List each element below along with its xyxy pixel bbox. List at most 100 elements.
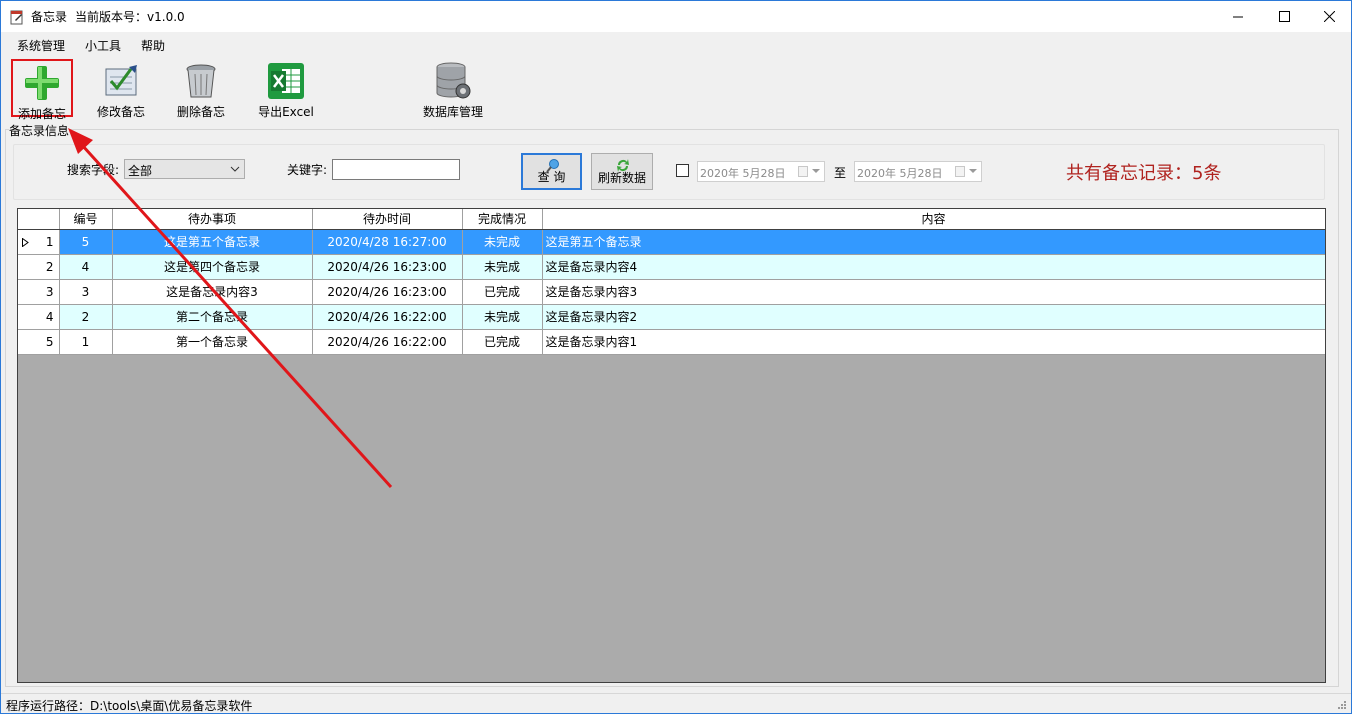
delete-memo-button[interactable]: 删除备忘	[173, 59, 229, 119]
title-bar: 备忘录 当前版本号：v1.0.0	[1, 1, 1351, 32]
table-row[interactable]: 2 4 这是第四个备忘录 2020/4/26 16:23:00 未完成 这是备忘…	[18, 254, 1325, 280]
cell-id[interactable]: 5	[59, 229, 113, 255]
search-field-select[interactable]: 全部	[124, 159, 245, 179]
row-header[interactable]: 5	[18, 329, 60, 355]
search-field-label: 搜索字段:	[67, 163, 120, 177]
version-label: 当前版本号：v1.0.0	[75, 10, 185, 24]
search-field-value: 全部	[128, 164, 153, 178]
cell-time[interactable]: 2020/4/26 16:23:00	[312, 254, 463, 280]
cell-time[interactable]: 2020/4/26 16:22:00	[312, 304, 463, 330]
date-to-value: 2020年 5月28日	[857, 167, 943, 180]
add-memo-button[interactable]: 添加备忘	[11, 59, 73, 121]
chevron-down-icon	[969, 169, 977, 173]
cell-item[interactable]: 这是备忘录内容3	[112, 279, 313, 305]
cell-item[interactable]: 这是第四个备忘录	[112, 254, 313, 280]
query-button[interactable]: 查 询	[521, 153, 582, 190]
program-path: 程序运行路径：D:\tools\桌面\优易备忘录软件	[6, 699, 253, 713]
cell-item[interactable]: 第一个备忘录	[112, 329, 313, 355]
table-row[interactable]: 4 2 第二个备忘录 2020/4/26 16:22:00 未完成 这是备忘录内…	[18, 304, 1325, 330]
cell-id[interactable]: 4	[59, 254, 113, 280]
row-header-corner	[18, 209, 60, 230]
date-to-label: 至	[834, 166, 847, 180]
edit-memo-button[interactable]: 修改备忘	[93, 59, 149, 119]
cell-item[interactable]: 第二个备忘录	[112, 304, 313, 330]
cell-status[interactable]: 已完成	[462, 329, 543, 355]
cell-content[interactable]: 这是备忘录内容1	[542, 329, 1325, 355]
minimize-button[interactable]	[1215, 1, 1261, 32]
cell-content[interactable]: 这是备忘录内容3	[542, 279, 1325, 305]
memo-grid[interactable]: 编号 待办事项 待办时间 完成情况 内容 1 5 这是第五个备忘录 2020/4…	[17, 208, 1326, 683]
menu-system[interactable]: 系统管理	[17, 37, 65, 54]
notebook-app-icon	[10, 10, 23, 25]
cell-status[interactable]: 未完成	[462, 254, 543, 280]
menu-help[interactable]: 帮助	[141, 37, 165, 54]
cell-status[interactable]: 已完成	[462, 279, 543, 305]
chevron-down-icon	[812, 169, 820, 173]
cell-status[interactable]: 未完成	[462, 304, 543, 330]
cell-id[interactable]: 2	[59, 304, 113, 330]
close-button[interactable]	[1306, 1, 1352, 32]
row-header[interactable]: 4	[18, 304, 60, 330]
table-header: 编号 待办事项 待办时间 完成情况 内容	[18, 209, 1325, 230]
column-header-item[interactable]: 待办事项	[112, 209, 313, 230]
app-title: 备忘录	[31, 10, 68, 24]
maximize-icon	[1278, 11, 1290, 22]
edit-memo-label: 修改备忘	[96, 105, 145, 119]
keyword-label: 关键字:	[287, 163, 328, 177]
cell-time[interactable]: 2020/4/26 16:22:00	[312, 329, 463, 355]
refresh-button[interactable]: 刷新数据	[591, 153, 653, 190]
cell-time[interactable]: 2020/4/26 16:23:00	[312, 279, 463, 305]
add-memo-label: 添加备忘	[17, 107, 66, 121]
date-from-picker[interactable]: 2020年 5月28日	[697, 161, 825, 182]
table-row[interactable]: 3 3 这是备忘录内容3 2020/4/26 16:23:00 已完成 这是备忘…	[18, 279, 1325, 305]
cell-content[interactable]: 这是备忘录内容2	[542, 304, 1325, 330]
trash-bin-icon	[186, 64, 216, 98]
calendar-icon	[955, 166, 965, 177]
export-excel-label: 导出Excel	[258, 105, 314, 119]
excel-icon	[268, 63, 304, 99]
table-row[interactable]: 1 5 这是第五个备忘录 2020/4/28 16:27:00 未完成 这是第五…	[18, 229, 1325, 255]
memo-info-title: 备忘录信息	[9, 122, 70, 139]
keyword-input[interactable]	[332, 159, 460, 180]
row-index: 1	[45, 234, 54, 249]
cell-id[interactable]: 3	[59, 279, 113, 305]
row-header[interactable]: 3	[18, 279, 60, 305]
row-header[interactable]: 1	[18, 229, 60, 255]
status-bar: 程序运行路径：D:\tools\桌面\优易备忘录软件	[1, 693, 1351, 713]
close-icon	[1323, 11, 1335, 22]
notepad-check-icon	[105, 65, 137, 96]
date-filter-checkbox[interactable]	[676, 164, 689, 177]
database-manage-label: 数据库管理	[422, 105, 483, 119]
database-manage-button[interactable]: 数据库管理	[419, 59, 487, 119]
maximize-button[interactable]	[1261, 1, 1307, 32]
memo-table: 编号 待办事项 待办时间 完成情况 内容 1 5 这是第五个备忘录 2020/4…	[18, 209, 1325, 355]
cell-status[interactable]: 未完成	[462, 229, 543, 255]
date-from-value: 2020年 5月28日	[700, 167, 786, 180]
minimize-icon	[1232, 16, 1243, 18]
row-header[interactable]: 2	[18, 254, 60, 280]
date-to-picker[interactable]: 2020年 5月28日	[854, 161, 982, 182]
resize-grip-icon[interactable]	[1337, 700, 1347, 710]
cell-time[interactable]: 2020/4/28 16:27:00	[312, 229, 463, 255]
toolbar: 添加备忘 修改备忘 删除备忘 导出Excel 数据库管理	[1, 56, 1351, 121]
cell-content[interactable]: 这是备忘录内容4	[542, 254, 1325, 280]
cell-content[interactable]: 这是第五个备忘录	[542, 229, 1325, 255]
query-label: 查 询	[537, 170, 566, 184]
delete-memo-label: 删除备忘	[176, 105, 225, 119]
column-header-status[interactable]: 完成情况	[462, 209, 543, 230]
green-plus-icon	[25, 66, 59, 100]
cell-id[interactable]: 1	[59, 329, 113, 355]
column-header-id[interactable]: 编号	[59, 209, 113, 230]
column-header-content[interactable]: 内容	[542, 209, 1325, 230]
app-window: 备忘录 当前版本号：v1.0.0 系统管理 小工具 帮助 添加备忘 修改备忘 删…	[0, 0, 1352, 714]
menu-tools[interactable]: 小工具	[85, 37, 121, 54]
record-count: 共有备忘记录：5条	[1066, 163, 1222, 184]
export-excel-button[interactable]: 导出Excel	[255, 59, 317, 119]
column-header-time[interactable]: 待办时间	[312, 209, 463, 230]
database-gear-icon	[436, 62, 471, 99]
chevron-down-icon	[230, 166, 240, 172]
table-row[interactable]: 5 1 第一个备忘录 2020/4/26 16:22:00 已完成 这是备忘录内…	[18, 329, 1325, 355]
menu-bar: 系统管理 小工具 帮助	[1, 32, 1351, 56]
row-pointer-icon	[22, 237, 29, 247]
cell-item[interactable]: 这是第五个备忘录	[112, 229, 313, 255]
